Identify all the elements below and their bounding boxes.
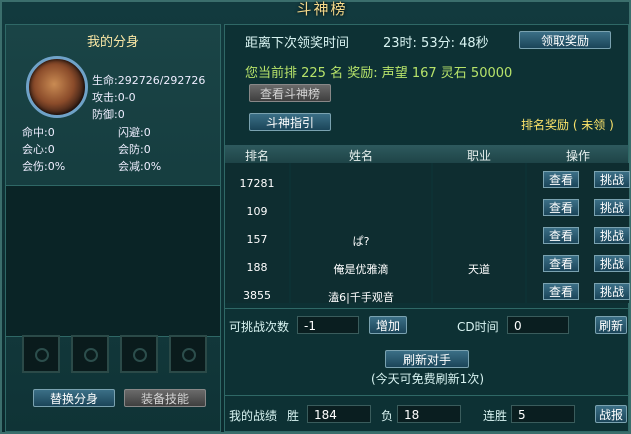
dodge-stat: 闪避:0: [118, 124, 151, 140]
challenges-field: -1: [297, 316, 359, 334]
refresh-opponent-button[interactable]: 刷新对手: [385, 350, 469, 368]
main-window: 斗神榜 我的分身 生命:292726/292726 攻击:0-0 防御:0 命中…: [0, 0, 631, 434]
challenge-button[interactable]: 挑战: [594, 283, 630, 300]
critdef-value: 0: [143, 143, 151, 156]
row-name: ぱ?: [352, 235, 370, 248]
window-title-bar: 斗神榜: [172, 0, 472, 18]
guide-button[interactable]: 斗神指引: [249, 113, 331, 131]
view-button[interactable]: 查看: [543, 171, 579, 188]
life-stat: 生命:292726/292726: [92, 72, 205, 88]
record-label: 我的战绩: [229, 409, 278, 423]
swap-clone-button[interactable]: 替换分身: [33, 389, 115, 407]
eye-icon: [84, 348, 98, 362]
clone-panel-title: 我的分身: [86, 35, 139, 50]
row-name: 溘6|千手观音: [328, 291, 394, 304]
view-button[interactable]: 查看: [543, 199, 579, 216]
clone-display-area: [6, 185, 220, 337]
header-action: 操作: [565, 149, 590, 163]
hit-value: 0: [47, 126, 55, 139]
crit-value: 0: [47, 143, 55, 156]
equip-skill-button[interactable]: 装备技能: [124, 389, 206, 407]
critred-stat: 会减:0%: [118, 158, 161, 174]
critdef-label: 会防:: [118, 143, 144, 156]
cd-field: 0: [507, 316, 569, 334]
attack-value: 0-0: [117, 91, 136, 104]
view-button[interactable]: 查看: [543, 283, 579, 300]
life-value: 292726/292726: [117, 74, 206, 87]
hit-stat: 命中:0: [22, 124, 55, 140]
defense-value: 0: [117, 108, 125, 121]
eye-icon: [133, 348, 147, 362]
critdmg-stat: 会伤:0%: [22, 158, 65, 174]
clone-panel: 我的分身 生命:292726/292726 攻击:0-0 防御:0 命中:0 闪…: [5, 24, 221, 432]
critdef-stat: 会防:0: [118, 141, 151, 157]
skill-slot-4[interactable]: [169, 335, 207, 373]
view-button[interactable]: 查看: [543, 255, 579, 272]
challenge-button[interactable]: 挑战: [594, 255, 630, 272]
lose-field: 18: [397, 405, 461, 423]
row-rank: 17281: [239, 177, 275, 190]
header-rank: 排名: [244, 149, 269, 163]
view-button[interactable]: 查看: [543, 227, 579, 244]
row-rank: 157: [246, 233, 268, 246]
eye-icon: [35, 348, 49, 362]
claim-reward-button[interactable]: 领取奖励: [519, 31, 611, 49]
defense-label: 防御:: [92, 108, 118, 121]
challenge-button[interactable]: 挑战: [594, 171, 630, 188]
header-name: 姓名: [348, 149, 373, 163]
row-rank: 3855: [243, 289, 271, 302]
countdown-label: 距离下次领奖时间: [245, 36, 350, 51]
critdmg-value: 0%: [47, 160, 66, 173]
hit-label: 命中:: [22, 126, 48, 139]
cd-label: CD时间: [457, 320, 499, 334]
add-challenges-button[interactable]: 增加: [369, 316, 407, 334]
job-column: [433, 163, 525, 303]
challenge-button[interactable]: 挑战: [594, 227, 630, 244]
free-refresh-note: (今天可免费刷新1次): [371, 372, 484, 386]
row-rank: 188: [246, 261, 268, 274]
countdown-value: 23时: 53分: 48秒: [383, 36, 489, 51]
critred-label: 会减:: [118, 160, 144, 173]
row-name: 俺是优雅滴: [333, 263, 389, 276]
attack-stat: 攻击:0-0: [92, 89, 136, 105]
window-title: 斗神榜: [296, 0, 348, 18]
row-job: 天道: [468, 263, 490, 276]
view-ranking-button[interactable]: 查看斗神榜: [249, 84, 331, 102]
skill-slot-3[interactable]: [120, 335, 158, 373]
streak-field: 5: [511, 405, 575, 423]
ranking-table: 排名 姓名 职业 操作 17281 查看 挑战 109 查看 挑战 157 ぱ?…: [225, 145, 630, 304]
rank-reward-line: 您当前排 225 名 奖励: 声望 167 灵石 50000: [245, 66, 513, 81]
divider: [225, 308, 628, 309]
dodge-label: 闪避:: [118, 126, 144, 139]
skill-slot-2[interactable]: [71, 335, 109, 373]
challenges-label: 可挑战次数: [229, 320, 290, 334]
refresh-cd-button[interactable]: 刷新: [595, 316, 627, 334]
defense-stat: 防御:0: [92, 106, 125, 122]
critdmg-label: 会伤:: [22, 160, 48, 173]
rank-reward-status: 排名奖励 ( 未领 ): [521, 118, 614, 132]
clone-avatar: [26, 56, 88, 118]
streak-label: 连胜: [483, 409, 508, 423]
attack-label: 攻击:: [92, 91, 118, 104]
challenge-button[interactable]: 挑战: [594, 199, 630, 216]
divider: [225, 395, 628, 396]
dodge-value: 0: [143, 126, 151, 139]
win-label: 胜: [287, 409, 300, 423]
table-header: 排名 姓名 职业 操作: [225, 145, 628, 163]
life-label: 生命:: [92, 74, 118, 87]
header-job: 职业: [466, 149, 491, 163]
battle-report-button[interactable]: 战报: [595, 405, 627, 423]
lose-label: 负: [381, 409, 394, 423]
ranking-panel: 距离下次领奖时间 23时: 53分: 48秒 领取奖励 您当前排 225 名 奖…: [224, 24, 630, 432]
skill-slot-1[interactable]: [22, 335, 60, 373]
eye-icon: [182, 348, 196, 362]
row-rank: 109: [246, 205, 268, 218]
critred-value: 0%: [143, 160, 162, 173]
crit-label: 会心:: [22, 143, 48, 156]
win-field: 184: [307, 405, 371, 423]
crit-stat: 会心:0: [22, 141, 55, 157]
